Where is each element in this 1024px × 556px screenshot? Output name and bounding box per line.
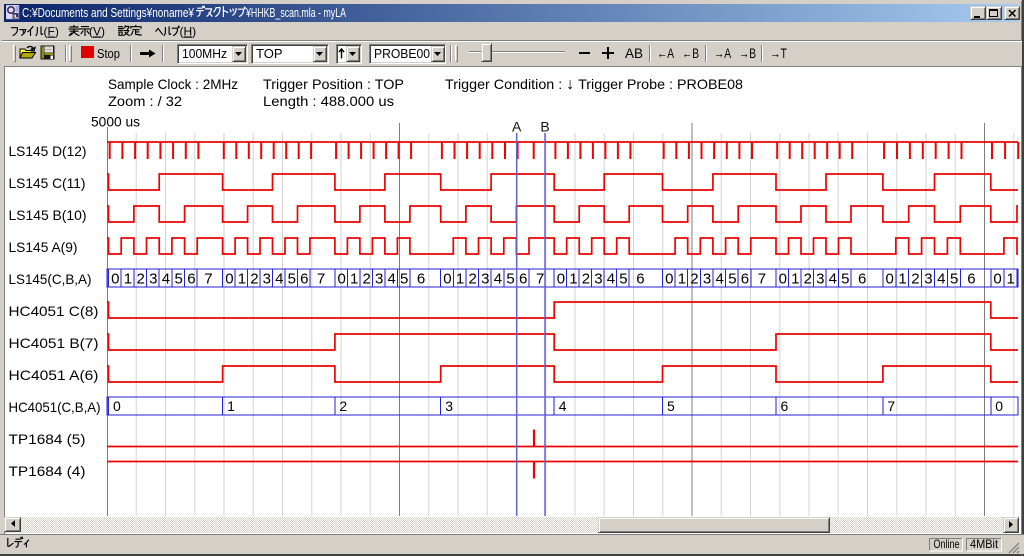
svg-text:4MBit: 4MBit	[970, 537, 999, 551]
svg-text:Online: Online	[934, 537, 960, 551]
